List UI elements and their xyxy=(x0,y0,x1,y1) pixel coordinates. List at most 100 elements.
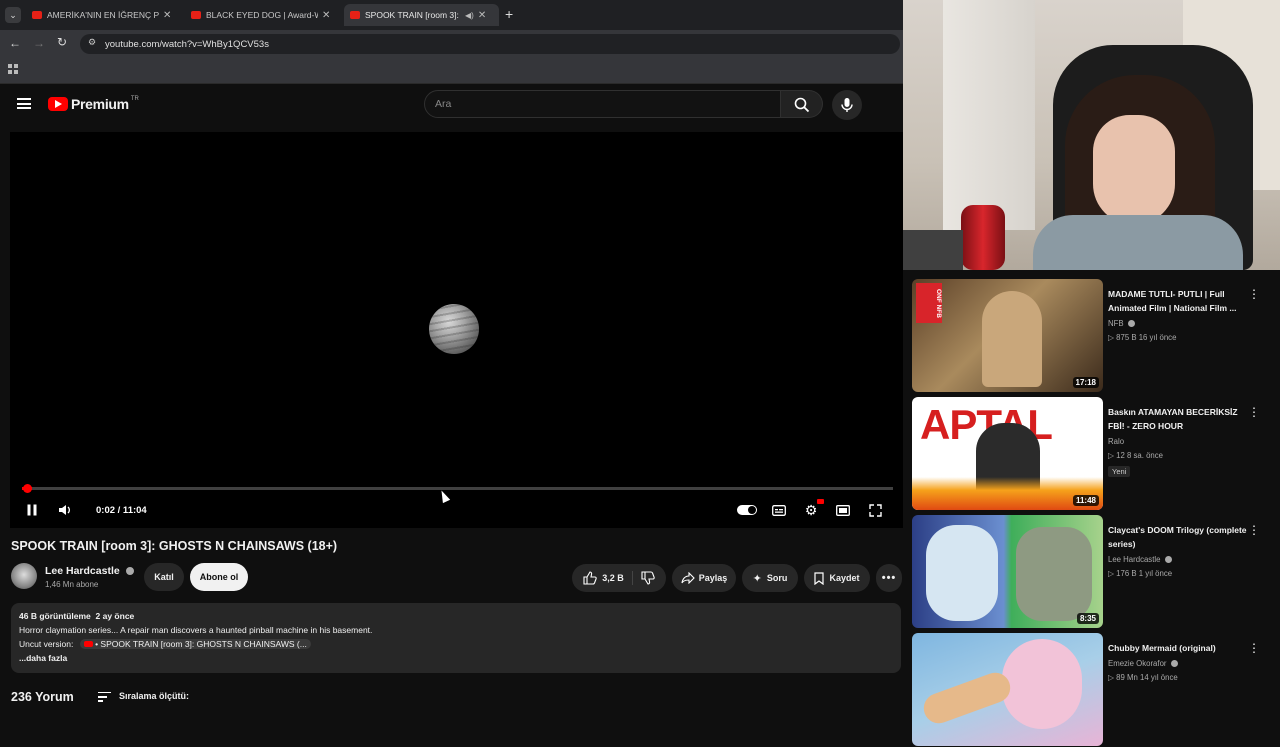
thumbs-up-icon xyxy=(583,571,597,585)
video-duration: 11:48 xyxy=(1072,495,1099,506)
description-box[interactable]: 46 B görüntüleme 2 ay önce Horror clayma… xyxy=(11,603,901,673)
upload-age: 2 ay önce xyxy=(95,611,135,621)
sort-by-label[interactable]: Sıralama ölçütü: xyxy=(119,691,189,701)
video-duration: 17:18 xyxy=(1072,377,1099,388)
youtube-favicon-icon xyxy=(32,11,42,19)
audio-playing-icon[interactable]: ◀) xyxy=(465,11,474,20)
voice-search-button[interactable] xyxy=(832,90,862,120)
dislike-button[interactable] xyxy=(633,571,655,585)
fullscreen-button[interactable] xyxy=(866,498,884,522)
search-icon xyxy=(794,97,810,113)
video-duration: 8:35 xyxy=(1076,613,1099,624)
progress-scrubber[interactable] xyxy=(22,484,32,493)
recommendation-title[interactable]: MADAME TUTLI- PUTLI | Full Animated Film… xyxy=(1108,287,1248,315)
video-thumbnail[interactable]: 8:35 xyxy=(912,515,1103,628)
volume-icon xyxy=(59,505,70,515)
recommendation-title[interactable]: Chubby Mermaid (original) xyxy=(1108,641,1248,655)
close-tab-icon[interactable]: ✕ xyxy=(322,10,330,21)
video-thumbnail[interactable]: APTAL 11:48 xyxy=(912,397,1103,510)
video-thumbnail[interactable]: ONF NFB 17:18 xyxy=(912,279,1103,392)
volume-button[interactable] xyxy=(57,498,73,522)
video-thumbnail[interactable] xyxy=(912,633,1103,746)
reload-icon[interactable]: ↻ xyxy=(57,35,67,49)
recommendation-title[interactable]: Baskın ATAMAYAN BECERİKSİZ FBİ! - ZERO H… xyxy=(1108,405,1248,433)
bookmarks-bar xyxy=(0,58,903,84)
thumb-green-creature xyxy=(1016,527,1092,621)
channel-name[interactable]: Lee Hardcastle xyxy=(45,565,134,577)
hd-badge xyxy=(817,499,824,504)
subscribe-button[interactable]: Abone ol xyxy=(190,563,248,591)
share-button[interactable]: Paylaş xyxy=(672,564,736,592)
thumb-nfb-logo: ONF NFB xyxy=(916,283,942,323)
more-vertical-icon[interactable]: ⋮ xyxy=(1248,405,1260,419)
progress-bar[interactable] xyxy=(22,484,893,493)
url-field[interactable]: ⚙ youtube.com/watch?v=WhBy1QCV53s xyxy=(80,34,900,54)
video-title: SPOOK TRAIN [room 3]: GHOSTS N CHAINSAWS… xyxy=(11,539,338,553)
fullscreen-icon xyxy=(868,503,882,517)
recommendation-item[interactable]: Chubby Mermaid (original) Emezie Okorafo… xyxy=(912,633,1272,747)
search-input[interactable]: Ara xyxy=(424,90,781,118)
join-button[interactable]: Katıl xyxy=(144,563,184,591)
webcam-door xyxy=(943,0,1035,230)
description-uncut: Uncut version: • SPOOK TRAIN [room 3]: G… xyxy=(19,637,893,651)
verified-icon xyxy=(125,567,134,576)
thumb-character xyxy=(982,291,1042,387)
recommendation-item[interactable]: 8:35 Claycat's DOOM Trilogy (complete se… xyxy=(912,515,1272,629)
save-label: Kaydet xyxy=(829,573,860,583)
close-tab-icon[interactable]: ✕ xyxy=(478,10,486,21)
channel-text: Lee Hardcastle xyxy=(1108,555,1161,564)
channel-text: Emezie Okorafor xyxy=(1108,659,1167,668)
new-tab-icon[interactable]: + xyxy=(505,6,513,22)
channel-avatar[interactable] xyxy=(11,563,37,589)
recommendation-meta: ▷ 89 Mn 14 yıl önce xyxy=(1108,673,1178,682)
settings-button[interactable]: ⚙ xyxy=(802,498,824,522)
new-badge: Yeni xyxy=(1108,466,1131,477)
more-vertical-icon[interactable]: ⋮ xyxy=(1248,641,1260,655)
recommendation-item[interactable]: ONF NFB 17:18 MADAME TUTLI- PUTLI | Full… xyxy=(912,279,1272,393)
back-icon[interactable]: ← xyxy=(9,36,21,50)
close-tab-icon[interactable]: ✕ xyxy=(163,10,171,21)
comment-count: 236 Yorum xyxy=(11,690,74,704)
autoplay-toggle[interactable] xyxy=(736,498,758,522)
recommendation-channel[interactable]: NFB xyxy=(1108,319,1135,328)
autoplay-toggle-icon xyxy=(737,505,757,515)
webcam-overlay xyxy=(903,0,1280,270)
search-button[interactable] xyxy=(781,90,823,118)
description-meta: 46 B görüntüleme 2 ay önce xyxy=(19,609,893,623)
ask-button[interactable]: ✦ Soru xyxy=(742,564,798,592)
menu-icon[interactable] xyxy=(17,98,31,109)
site-info-icon[interactable]: ⚙ xyxy=(88,37,96,48)
recommendation-channel[interactable]: Ralo xyxy=(1108,437,1124,446)
more-vertical-icon[interactable]: ⋮ xyxy=(1248,287,1260,301)
theater-mode-button[interactable] xyxy=(834,498,852,522)
channel-text: NFB xyxy=(1108,319,1124,328)
recommendation-item[interactable]: APTAL 11:48 Baskın ATAMAYAN BECERİKSİZ F… xyxy=(912,397,1272,511)
url-text: youtube.com/watch?v=WhBy1QCV53s xyxy=(105,38,269,50)
apps-grid-icon[interactable] xyxy=(8,64,18,74)
recommendation-title[interactable]: Claycat's DOOM Trilogy (complete series) xyxy=(1108,523,1248,551)
youtube-header: Premium TR Ara xyxy=(0,84,903,130)
recommendation-channel[interactable]: Lee Hardcastle xyxy=(1108,555,1172,564)
pause-button[interactable] xyxy=(24,498,40,522)
youtube-logo[interactable]: Premium TR xyxy=(48,96,139,112)
show-more-link[interactable]: ...daha fazla xyxy=(19,651,893,665)
sparkle-icon: ✦ xyxy=(752,572,762,585)
video-player[interactable]: 0:02 / 11:04 ⚙ xyxy=(10,132,903,528)
browser-tab-2[interactable]: BLACK EYED DOG | Award-Winning ✕ xyxy=(185,4,340,26)
more-vertical-icon[interactable]: ⋮ xyxy=(1248,523,1260,537)
youtube-favicon-icon xyxy=(350,11,360,19)
sort-icon[interactable] xyxy=(98,692,111,702)
subtitles-button[interactable] xyxy=(770,498,788,522)
uncut-link[interactable]: • SPOOK TRAIN [room 3]: GHOSTS N CHAINSA… xyxy=(79,639,311,649)
recommendation-channel[interactable]: Emezie Okorafor xyxy=(1108,659,1178,668)
browser-tab-1[interactable]: AMERİKA'NIN EN İĞRENÇ PROGRAMI ✕ xyxy=(26,4,181,26)
save-button[interactable]: Kaydet xyxy=(804,564,870,592)
theater-mode-icon xyxy=(836,504,850,516)
tab-list-chevron-icon[interactable]: ⌄ xyxy=(5,7,21,23)
more-actions-button[interactable]: ••• xyxy=(876,564,902,592)
like-button[interactable]: 3,2 B xyxy=(583,571,633,585)
region-code: TR xyxy=(130,96,139,102)
forward-icon[interactable]: → xyxy=(33,36,45,50)
browser-tab-3[interactable]: SPOOK TRAIN [room 3]: GHOSTS ◀) ✕ xyxy=(344,4,499,26)
tab-title: AMERİKA'NIN EN İĞRENÇ PROGRAMI xyxy=(47,10,159,20)
